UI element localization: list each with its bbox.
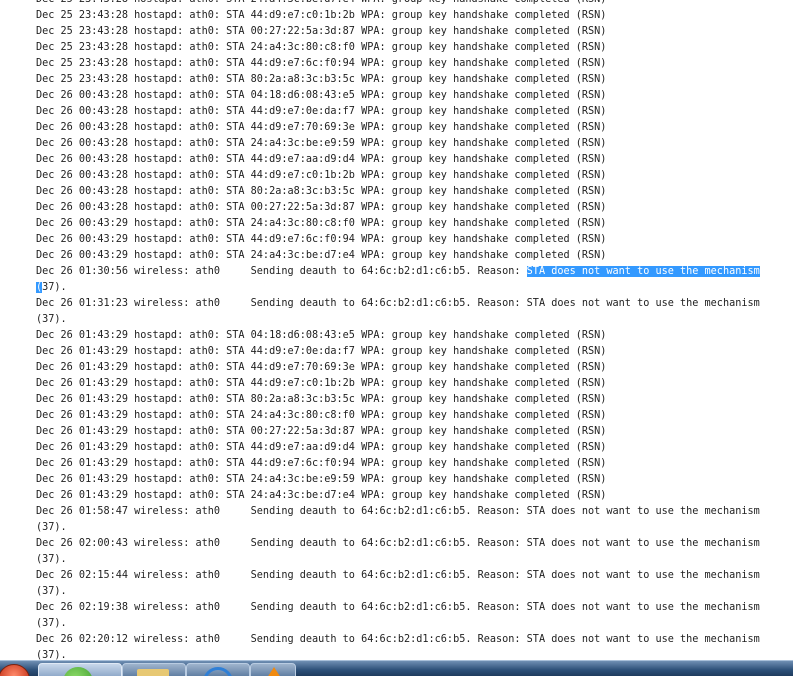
log-line: Dec 25 23:43:28 hostapd: ath0: STA 44:d9… xyxy=(36,56,793,72)
log-line-text: Dec 26 01:43:29 hostapd: ath0: STA 00:27… xyxy=(36,426,607,437)
log-line: Dec 26 00:43:29 hostapd: ath0: STA 24:a4… xyxy=(36,248,793,264)
log-line: (37). xyxy=(36,312,793,328)
log-line-text: Dec 26 00:43:28 hostapd: ath0: STA 44:d9… xyxy=(36,106,607,117)
log-line-text: Dec 26 00:43:29 hostapd: ath0: STA 44:d9… xyxy=(36,234,607,245)
log-line: (37). xyxy=(36,648,793,660)
log-line-text: (37). xyxy=(36,522,67,533)
log-line-text: Dec 25 23:43:28 hostapd: ath0: STA 00:27… xyxy=(36,26,607,37)
log-line-text: Dec 26 02:00:43 wireless: ath0 Sending d… xyxy=(36,538,760,549)
log-line-text: Dec 26 01:43:29 hostapd: ath0: STA 80:2a… xyxy=(36,394,607,405)
log-line-text: Dec 26 01:43:29 hostapd: ath0: STA 24:a4… xyxy=(36,474,607,485)
log-line: Dec 26 01:43:29 hostapd: ath0: STA 80:2a… xyxy=(36,392,793,408)
log-line: (37). xyxy=(36,552,793,568)
log-line: Dec 26 00:43:28 hostapd: ath0: STA 80:2a… xyxy=(36,184,793,200)
taskbar xyxy=(0,660,793,676)
log-line: Dec 26 00:43:28 hostapd: ath0: STA 44:d9… xyxy=(36,152,793,168)
log-line-text: Dec 26 01:31:23 wireless: ath0 Sending d… xyxy=(36,298,760,309)
start-orb-icon[interactable] xyxy=(0,664,30,676)
log-line-text: Dec 26 02:20:12 wireless: ath0 Sending d… xyxy=(36,634,760,645)
log-line-text: Dec 25 23:43:28 hostapd: ath0: STA 80:2a… xyxy=(36,74,607,85)
log-line: Dec 26 00:43:28 hostapd: ath0: STA 00:27… xyxy=(36,200,793,216)
log-line: Dec 26 01:43:29 hostapd: ath0: STA 24:a4… xyxy=(36,472,793,488)
log-line: Dec 26 01:43:29 hostapd: ath0: STA 04:18… xyxy=(36,328,793,344)
log-line: Dec 26 01:43:29 hostapd: ath0: STA 44:d9… xyxy=(36,360,793,376)
log-line: Dec 26 01:43:29 hostapd: ath0: STA 44:d9… xyxy=(36,376,793,392)
log-line: Dec 26 00:43:28 hostapd: ath0: STA 44:d9… xyxy=(36,120,793,136)
log-line-text: (37). xyxy=(36,554,67,565)
log-line: Dec 26 00:43:29 hostapd: ath0: STA 24:a4… xyxy=(36,216,793,232)
log-line-text: (37). xyxy=(36,586,67,597)
log-line: (37). xyxy=(36,520,793,536)
log-line: (37). xyxy=(36,280,793,296)
log-viewer[interactable]: Dec 25 23:43:28 hostapd: ath0: STA 24:a4… xyxy=(0,0,793,660)
log-line-text: Dec 26 01:30:56 wireless: ath0 Sending d… xyxy=(36,266,527,277)
log-line-text: Dec 26 00:43:28 hostapd: ath0: STA 80:2a… xyxy=(36,186,607,197)
log-line-text: Dec 26 01:43:29 hostapd: ath0: STA 44:d9… xyxy=(36,346,607,357)
log-line: Dec 26 00:43:28 hostapd: ath0: STA 44:d9… xyxy=(36,168,793,184)
log-line: Dec 26 01:43:29 hostapd: ath0: STA 44:d9… xyxy=(36,456,793,472)
log-line: Dec 25 23:43:28 hostapd: ath0: STA 24:a4… xyxy=(36,40,793,56)
log-line-text: Dec 26 02:15:44 wireless: ath0 Sending d… xyxy=(36,570,760,581)
log-line-text: Dec 26 00:43:28 hostapd: ath0: STA 44:d9… xyxy=(36,154,607,165)
log-line-text: Dec 26 00:43:28 hostapd: ath0: STA 24:a4… xyxy=(36,138,607,149)
log-line-text: (37). xyxy=(36,314,67,325)
log-line-text: Dec 26 02:19:38 wireless: ath0 Sending d… xyxy=(36,602,760,613)
log-line-text: Dec 26 00:43:28 hostapd: ath0: STA 44:d9… xyxy=(36,170,607,181)
taskbar-item-chrome[interactable] xyxy=(38,663,122,676)
taskbar-item-explorer[interactable] xyxy=(122,663,186,676)
log-line-text: Dec 25 23:43:28 hostapd: ath0: STA 24:a4… xyxy=(36,0,606,5)
log-line: Dec 26 01:43:29 hostapd: ath0: STA 24:a4… xyxy=(36,488,793,504)
log-line-text: Dec 26 01:43:29 hostapd: ath0: STA 44:d9… xyxy=(36,442,607,453)
log-lines: Dec 25 23:43:28 hostapd: ath0: STA 24:a4… xyxy=(36,0,793,660)
log-line-text: Dec 26 01:43:29 hostapd: ath0: STA 24:a4… xyxy=(36,410,607,421)
log-line-text: (37). xyxy=(36,618,67,629)
log-line-text: Dec 26 01:43:29 hostapd: ath0: STA 44:d9… xyxy=(36,378,607,389)
log-line: Dec 26 00:43:28 hostapd: ath0: STA 04:18… xyxy=(36,88,793,104)
log-line: Dec 26 02:00:43 wireless: ath0 Sending d… xyxy=(36,536,793,552)
log-line: Dec 25 23:43:28 hostapd: ath0: STA 80:2a… xyxy=(36,72,793,88)
log-line-text: 37). xyxy=(42,282,67,293)
log-line-text: Dec 26 01:43:29 hostapd: ath0: STA 24:a4… xyxy=(36,490,607,501)
taskbar-item-vlc[interactable] xyxy=(250,663,296,676)
log-line: Dec 26 01:30:56 wireless: ath0 Sending d… xyxy=(36,264,793,280)
log-line-text: Dec 26 00:43:28 hostapd: ath0: STA 04:18… xyxy=(36,90,607,101)
log-line-text: Dec 26 00:43:28 hostapd: ath0: STA 00:27… xyxy=(36,202,607,213)
log-line: Dec 25 23:43:28 hostapd: ath0: STA 00:27… xyxy=(36,24,793,40)
log-line-text: Dec 26 01:43:29 hostapd: ath0: STA 04:18… xyxy=(36,330,607,341)
log-line: Dec 26 01:43:29 hostapd: ath0: STA 44:d9… xyxy=(36,344,793,360)
log-line-text: Dec 25 23:43:28 hostapd: ath0: STA 44:d9… xyxy=(36,58,607,69)
log-line: Dec 26 01:31:23 wireless: ath0 Sending d… xyxy=(36,296,793,312)
selected-text: STA does not want to use the mechanism xyxy=(526,266,760,277)
log-line: Dec 26 01:58:47 wireless: ath0 Sending d… xyxy=(36,504,793,520)
log-line-text: (37). xyxy=(36,650,67,660)
log-line: Dec 26 02:19:38 wireless: ath0 Sending d… xyxy=(36,600,793,616)
log-line-text: Dec 26 00:43:28 hostapd: ath0: STA 44:d9… xyxy=(36,122,607,133)
log-line-text: Dec 26 00:43:29 hostapd: ath0: STA 24:a4… xyxy=(36,218,607,229)
taskbar-item-ie[interactable] xyxy=(186,663,250,676)
log-line-text: Dec 26 01:58:47 wireless: ath0 Sending d… xyxy=(36,506,760,517)
log-line: Dec 26 01:43:29 hostapd: ath0: STA 44:d9… xyxy=(36,440,793,456)
log-line: (37). xyxy=(36,616,793,632)
log-line: Dec 26 00:43:28 hostapd: ath0: STA 24:a4… xyxy=(36,136,793,152)
log-line: Dec 25 23:43:28 hostapd: ath0: STA 44:d9… xyxy=(36,8,793,24)
log-line: Dec 26 00:43:29 hostapd: ath0: STA 44:d9… xyxy=(36,232,793,248)
log-line: Dec 25 23:43:28 hostapd: ath0: STA 24:a4… xyxy=(36,0,793,8)
log-line-text: Dec 26 01:43:29 hostapd: ath0: STA 44:d9… xyxy=(36,362,607,373)
log-line-text: Dec 26 01:43:29 hostapd: ath0: STA 44:d9… xyxy=(36,458,607,469)
log-line-text: Dec 26 00:43:29 hostapd: ath0: STA 24:a4… xyxy=(36,250,607,261)
log-line: Dec 26 02:15:44 wireless: ath0 Sending d… xyxy=(36,568,793,584)
log-line: Dec 26 02:20:12 wireless: ath0 Sending d… xyxy=(36,632,793,648)
log-line-text: Dec 25 23:43:28 hostapd: ath0: STA 44:d9… xyxy=(36,10,607,21)
log-line: Dec 26 01:43:29 hostapd: ath0: STA 24:a4… xyxy=(36,408,793,424)
log-line: (37). xyxy=(36,584,793,600)
log-line: Dec 26 00:43:28 hostapd: ath0: STA 44:d9… xyxy=(36,104,793,120)
log-line-text: Dec 25 23:43:28 hostapd: ath0: STA 24:a4… xyxy=(36,42,607,53)
log-line: Dec 26 01:43:29 hostapd: ath0: STA 00:27… xyxy=(36,424,793,440)
